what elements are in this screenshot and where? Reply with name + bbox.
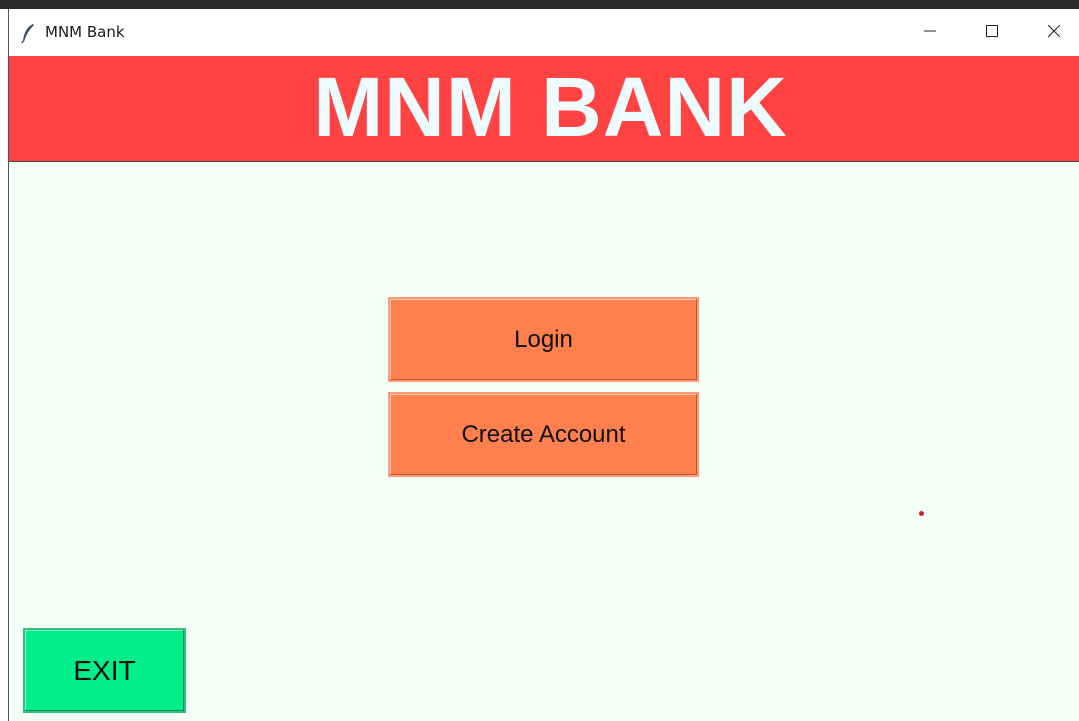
maximize-icon xyxy=(986,24,998,42)
screen: MNM Bank MNM BANK Login Create Account E… xyxy=(0,0,1079,721)
title-bar[interactable]: MNM Bank xyxy=(9,9,1079,56)
close-icon xyxy=(1047,24,1061,42)
bank-title: MNM BANK xyxy=(313,60,788,154)
exit-button[interactable]: EXIT xyxy=(23,628,186,713)
cursor-dot xyxy=(919,511,924,516)
background-window-strip xyxy=(0,0,1079,9)
create-account-button[interactable]: Create Account xyxy=(388,392,699,477)
app-window: MNM Bank MNM BANK Login Create Account E… xyxy=(8,9,1079,721)
minimize-button[interactable] xyxy=(899,9,961,56)
minimize-icon xyxy=(924,24,936,42)
close-button[interactable] xyxy=(1023,9,1079,56)
header-banner: MNM BANK xyxy=(9,56,1079,162)
feather-icon xyxy=(21,23,35,44)
window-title: MNM Bank xyxy=(45,23,125,41)
login-button[interactable]: Login xyxy=(388,297,699,382)
maximize-button[interactable] xyxy=(961,9,1023,56)
